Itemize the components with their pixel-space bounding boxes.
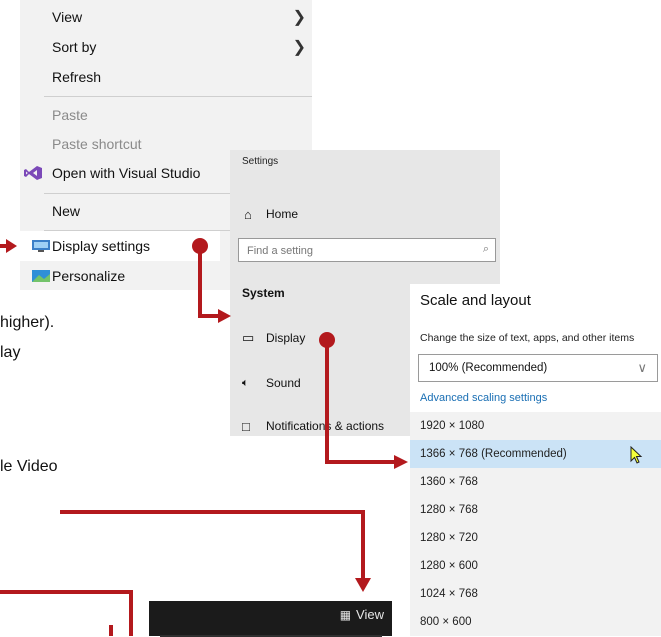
speaker-icon: 🔈︎ bbox=[242, 376, 249, 389]
resolution-option-selected[interactable]: 1366 × 768 (Recommended) bbox=[410, 440, 661, 468]
resolution-label: 1280 × 600 bbox=[420, 560, 478, 572]
monitor-icon: ▭ bbox=[242, 330, 255, 345]
menu-item-paste[interactable]: Paste bbox=[20, 100, 312, 130]
background-text-line-1: higher). bbox=[0, 314, 55, 331]
display-icon bbox=[32, 240, 50, 252]
resolution-label: 1366 × 768 (Recommended) bbox=[420, 448, 567, 460]
media-app-toolbar: ▦ View bbox=[149, 601, 392, 637]
home-label: Home bbox=[266, 207, 299, 221]
mouse-cursor-icon bbox=[630, 446, 643, 464]
menu-item-label: Paste bbox=[52, 107, 88, 123]
menu-item-label: Open with Visual Studio bbox=[52, 165, 201, 181]
resolution-label: 800 × 600 bbox=[420, 616, 472, 628]
resolution-option[interactable]: 800 × 600 bbox=[410, 608, 661, 636]
view-button[interactable]: ▦ View bbox=[340, 607, 384, 622]
arrowhead bbox=[6, 239, 17, 253]
advanced-scaling-link[interactable]: Advanced scaling settings bbox=[420, 392, 547, 404]
nav-label: Display bbox=[266, 331, 306, 345]
menu-item-refresh[interactable]: Refresh bbox=[20, 62, 312, 92]
settings-home[interactable]: ⌂ Home bbox=[230, 204, 500, 224]
home-icon: ⌂ bbox=[244, 206, 252, 222]
resolution-option[interactable]: 1280 × 720 bbox=[410, 524, 661, 552]
nav-label: Notifications & actions bbox=[266, 419, 385, 433]
background-text-line-3: le Video bbox=[0, 458, 58, 475]
nav-label: Sound bbox=[266, 376, 301, 390]
connector-line bbox=[60, 510, 365, 578]
menu-item-sort-by[interactable]: Sort by ❯ bbox=[20, 32, 312, 62]
resolution-option[interactable]: 1920 × 1080 bbox=[410, 412, 661, 440]
notification-icon: □ bbox=[242, 418, 250, 434]
grid-icon: ▦ bbox=[339, 607, 352, 622]
resolution-label: 1280 × 768 bbox=[420, 504, 478, 516]
menu-item-label: New bbox=[52, 203, 81, 219]
menu-item-label: Personalize bbox=[52, 268, 126, 284]
resolution-option[interactable]: 1280 × 768 bbox=[410, 496, 661, 524]
resolution-label: 1360 × 768 bbox=[420, 476, 478, 488]
resolution-list: 1920 × 1080 1366 × 768 (Recommended) 136… bbox=[410, 412, 661, 636]
scale-heading: Scale and layout bbox=[420, 292, 531, 309]
chevron-down-icon: ∨ bbox=[637, 360, 647, 375]
resolution-label: 1024 × 768 bbox=[420, 588, 478, 600]
menu-item-label: Refresh bbox=[52, 69, 102, 85]
menu-item-view[interactable]: View ❯ bbox=[20, 2, 312, 32]
visual-studio-icon bbox=[24, 166, 42, 180]
chevron-right-icon: ❯ bbox=[292, 9, 306, 26]
menu-item-label: Paste shortcut bbox=[52, 136, 142, 152]
resolution-label: 1280 × 720 bbox=[420, 532, 478, 544]
resolution-option[interactable]: 1024 × 768 bbox=[410, 580, 661, 608]
personalize-icon bbox=[32, 270, 50, 282]
menu-item-label: View bbox=[52, 9, 83, 25]
resolution-option[interactable]: 1280 × 600 bbox=[410, 552, 661, 580]
resolution-label: 1920 × 1080 bbox=[420, 420, 485, 432]
arrowhead bbox=[355, 578, 371, 592]
section-label: System bbox=[242, 286, 285, 300]
dropdown-value: 100% (Recommended) bbox=[429, 362, 548, 374]
scale-description: Change the size of text, apps, and other… bbox=[420, 332, 635, 344]
settings-search-box[interactable]: ⌕ bbox=[238, 238, 496, 263]
search-icon: ⌕ bbox=[482, 243, 489, 255]
menu-item-label: Display settings bbox=[52, 238, 151, 254]
chevron-right-icon: ❯ bbox=[292, 39, 306, 56]
connector-line bbox=[0, 590, 133, 636]
background-text-line-2: lay bbox=[0, 344, 21, 361]
scale-dropdown[interactable]: 100% (Recommended) ∨ bbox=[418, 354, 658, 382]
search-input[interactable] bbox=[239, 239, 469, 263]
view-label: View bbox=[356, 607, 384, 622]
menu-item-label: Sort by bbox=[52, 39, 97, 55]
resolution-option[interactable]: 1360 × 768 bbox=[410, 468, 661, 496]
settings-title: Settings bbox=[242, 156, 279, 167]
arrowhead bbox=[394, 455, 408, 469]
menu-item-display-settings[interactable]: Display settings bbox=[20, 231, 220, 261]
menu-separator bbox=[44, 96, 312, 97]
